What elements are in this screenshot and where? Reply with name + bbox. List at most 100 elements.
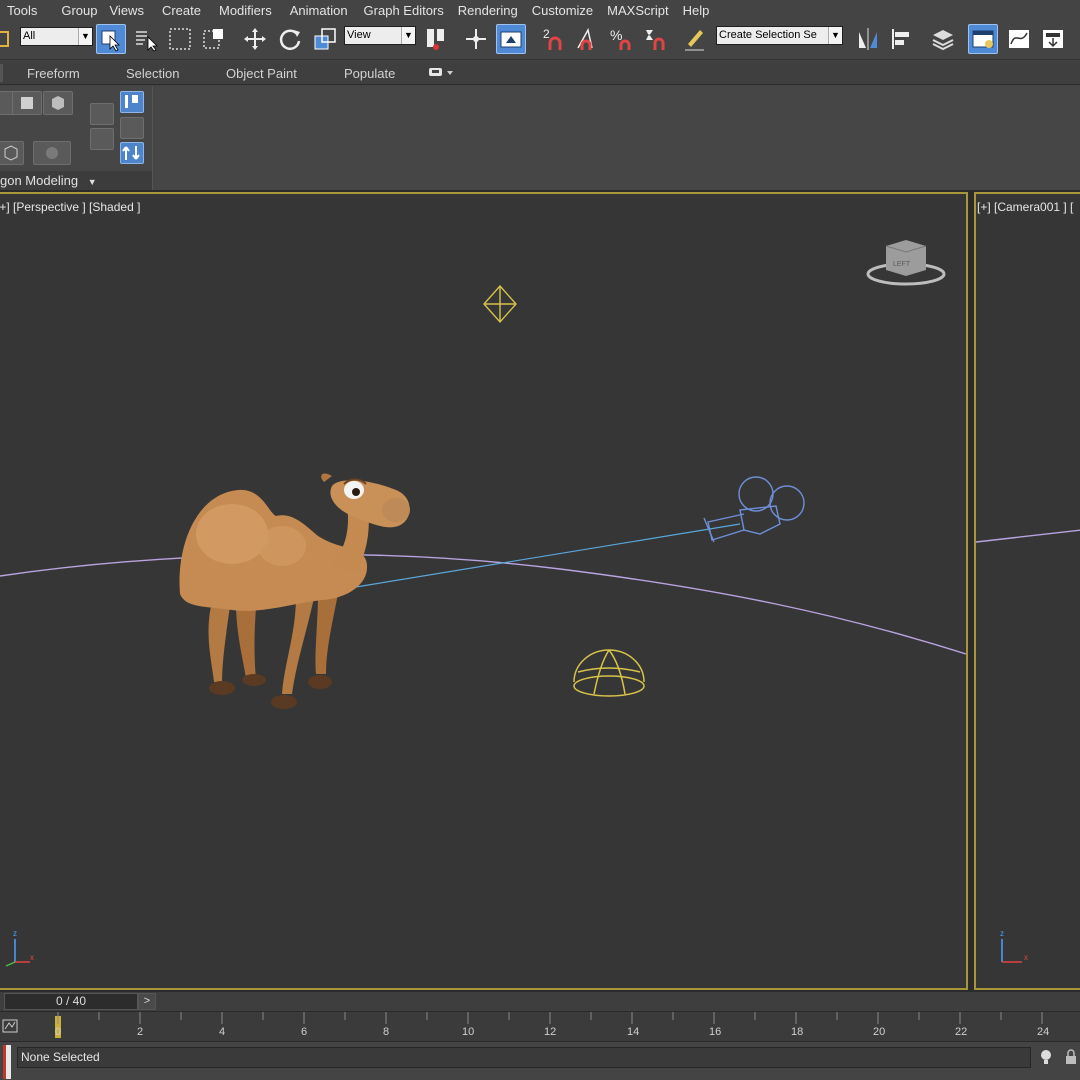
select-move-button[interactable] bbox=[240, 24, 270, 54]
window-crossing-icon bbox=[203, 29, 223, 49]
next-frame-button[interactable]: > bbox=[138, 993, 156, 1010]
select-manipulate-button[interactable] bbox=[461, 24, 491, 54]
axis-x-label: x bbox=[30, 953, 34, 962]
curve-editor-button[interactable] bbox=[1004, 24, 1034, 54]
schematic-view-button[interactable] bbox=[1038, 24, 1068, 54]
tab-populate[interactable]: Populate bbox=[344, 66, 395, 81]
collapse-stack-button[interactable] bbox=[90, 103, 114, 125]
menu-tools[interactable]: Tools bbox=[0, 3, 49, 18]
edit-named-selection-button[interactable] bbox=[680, 24, 710, 54]
selection-status-text: None Selected bbox=[21, 1050, 100, 1064]
frame-counter: 0 / 40 bbox=[55, 994, 87, 1008]
polygon-mode-button[interactable] bbox=[12, 91, 42, 115]
tick-label: 12 bbox=[544, 1026, 557, 1038]
skylight-dome-helper[interactable] bbox=[573, 649, 645, 697]
spinner-snap-button[interactable] bbox=[640, 24, 670, 54]
make-unique-button[interactable] bbox=[120, 117, 144, 139]
mirror-button[interactable] bbox=[853, 24, 883, 54]
use-pivot-center-button[interactable] bbox=[420, 24, 450, 54]
3dsmax-window: Tools Group Views Create Modifiers Anima… bbox=[0, 0, 1080, 1080]
next-frame-label: > bbox=[143, 995, 151, 1007]
selection-lock-button[interactable] bbox=[1064, 1048, 1078, 1066]
menu-help[interactable]: Help bbox=[683, 3, 722, 18]
camera-viewport[interactable]: [+] [Camera001 ] [ z x bbox=[974, 192, 1080, 990]
camera-scene: z x bbox=[976, 529, 1080, 963]
camera-axis-tripod: z x bbox=[1000, 929, 1028, 963]
menu-group[interactable]: Group bbox=[61, 3, 109, 18]
window-crossing-button[interactable] bbox=[199, 24, 229, 54]
omni-light-helper[interactable] bbox=[483, 284, 517, 324]
menu-views[interactable]: Views bbox=[110, 3, 156, 18]
perspective-scene: LEFT z x bbox=[0, 240, 966, 967]
tab-selection[interactable]: Selection bbox=[126, 66, 179, 81]
axis-z-label: z bbox=[13, 929, 17, 938]
sphere-mode-button[interactable] bbox=[33, 141, 71, 165]
modeling-tab-edge[interactable] bbox=[0, 64, 3, 82]
named-selection-dropdown[interactable]: Create Selection Se ▼ bbox=[716, 26, 843, 45]
chevron-down-icon: ▼ bbox=[401, 27, 415, 44]
element-mode-button[interactable] bbox=[43, 91, 73, 115]
remove-modifier-button[interactable] bbox=[120, 142, 144, 164]
motion-path-curve[interactable] bbox=[0, 553, 966, 655]
scene-explorer-icon bbox=[972, 30, 994, 48]
angle-snap-button[interactable] bbox=[572, 24, 602, 54]
menu-create[interactable]: Create bbox=[162, 3, 213, 18]
percent-snap-icon: % bbox=[610, 27, 631, 50]
rectangle-selection-icon bbox=[169, 28, 191, 50]
isolate-selection-button[interactable] bbox=[1038, 1048, 1054, 1066]
lock-icon bbox=[1066, 1049, 1076, 1064]
camel-model[interactable] bbox=[179, 473, 410, 709]
ribbon-options-button[interactable] bbox=[428, 66, 454, 81]
selection-filter-dropdown[interactable]: All ▼ bbox=[20, 27, 93, 46]
undo-icon[interactable] bbox=[0, 28, 10, 50]
polygon-icon bbox=[21, 97, 33, 109]
camera-axis-z-label: z bbox=[1000, 929, 1004, 938]
show-end-result-button[interactable] bbox=[90, 128, 114, 150]
keyboard-shortcut-override-button[interactable] bbox=[496, 24, 526, 54]
camera-helper[interactable] bbox=[703, 476, 805, 543]
modify-mode-button[interactable] bbox=[0, 141, 24, 165]
reference-coordinate-dropdown[interactable]: View ▼ bbox=[344, 26, 416, 45]
ribbon-tab-bar: Freeform Selection Object Paint Populate bbox=[0, 61, 1080, 85]
tick-label: 20 bbox=[873, 1026, 886, 1038]
snaps-toggle-button[interactable]: 2 bbox=[538, 24, 568, 54]
viewcube-widget[interactable]: LEFT bbox=[866, 240, 946, 286]
time-slider[interactable]: 0 / 40 > bbox=[0, 992, 1080, 1011]
tab-object-paint[interactable]: Object Paint bbox=[226, 66, 297, 81]
select-object-button[interactable] bbox=[96, 24, 126, 54]
percent-snap-button[interactable]: % bbox=[606, 24, 636, 54]
rect-selection-region-button[interactable] bbox=[165, 24, 195, 54]
polygon-modeling-group: gon Modeling ▼ bbox=[0, 86, 153, 190]
layers-icon bbox=[932, 30, 954, 51]
toggle-scene-explorer-button[interactable] bbox=[968, 24, 998, 54]
select-scale-button[interactable] bbox=[310, 24, 340, 54]
align-button[interactable] bbox=[887, 24, 917, 54]
menu-customize[interactable]: Customize bbox=[532, 3, 605, 18]
status-bar: None Selected bbox=[0, 1041, 1080, 1080]
menu-maxscript[interactable]: MAXScript bbox=[607, 3, 680, 18]
schematic-view-icon bbox=[1043, 30, 1063, 48]
track-bar[interactable]: 0 2 4 6 8 10 12 14 16 18 20 22 24 bbox=[0, 1011, 1080, 1041]
main-toolbar: All ▼ View ▼ 2 % Create Selection Se ▼ bbox=[0, 20, 1080, 60]
menu-rendering[interactable]: Rendering bbox=[458, 3, 530, 18]
element-cube-icon bbox=[52, 96, 64, 110]
polygon-modeling-panel-label[interactable]: gon Modeling ▼ bbox=[0, 171, 152, 190]
menu-graph-editors[interactable]: Graph Editors bbox=[364, 3, 456, 18]
snap-magnet-icon: 2 bbox=[543, 27, 562, 50]
mirror-icon bbox=[859, 28, 877, 50]
select-by-name-button[interactable] bbox=[131, 24, 161, 54]
ribbon-panel: gon Modeling ▼ bbox=[0, 86, 1080, 190]
named-selection-placeholder: Create Selection Se bbox=[719, 29, 817, 41]
maxscript-listener-strip[interactable] bbox=[3, 1045, 11, 1079]
chevron-down-icon: ▼ bbox=[828, 27, 842, 44]
pin-stack-button[interactable] bbox=[120, 91, 144, 113]
menu-modifiers[interactable]: Modifiers bbox=[219, 3, 284, 18]
perspective-viewport[interactable]: [+] [Perspective ] [Shaded ] LEFT z x bbox=[0, 192, 968, 990]
tab-freeform[interactable]: Freeform bbox=[27, 66, 80, 81]
layer-explorer-button[interactable] bbox=[928, 24, 958, 54]
menu-animation[interactable]: Animation bbox=[290, 3, 360, 18]
tick-label: 16 bbox=[709, 1026, 722, 1038]
time-slider-thumb[interactable]: 0 / 40 bbox=[4, 993, 138, 1010]
select-rotate-button[interactable] bbox=[275, 24, 305, 54]
chevron-down-icon: ▼ bbox=[87, 177, 97, 187]
